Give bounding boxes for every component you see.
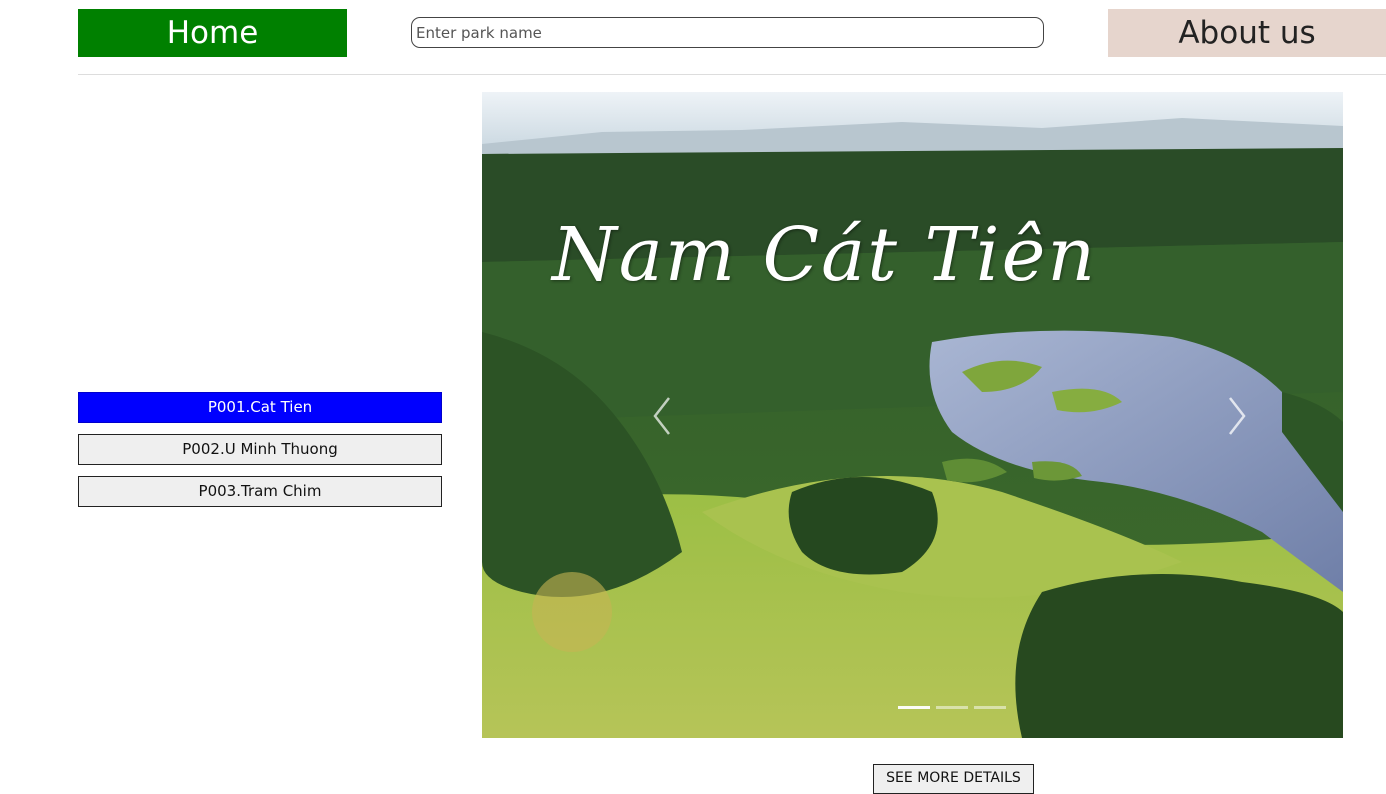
park-item-p002[interactable]: P002.U Minh Thuong [78,434,442,465]
carousel-indicators [898,706,1012,709]
park-search-input[interactable] [411,17,1044,48]
carousel-indicator-1[interactable] [898,706,930,709]
chevron-left-icon[interactable] [647,392,677,440]
park-list: P001.Cat Tien P002.U Minh Thuong P003.Tr… [78,392,442,518]
home-nav-button[interactable]: Home [78,9,347,57]
park-item-p001[interactable]: P001.Cat Tien [78,392,442,423]
about-us-nav-button[interactable]: About us [1108,9,1386,57]
carousel-indicator-3[interactable] [974,706,1006,709]
slide-landscape-image [482,92,1343,738]
park-item-p003[interactable]: P003.Tram Chim [78,476,442,507]
header-divider [78,74,1386,75]
slide-title: Nam Cát Tiên [552,212,1098,298]
park-image-carousel[interactable]: Nam Cát Tiên [482,92,1343,738]
carousel-indicator-2[interactable] [936,706,968,709]
chevron-right-icon[interactable] [1222,392,1252,440]
